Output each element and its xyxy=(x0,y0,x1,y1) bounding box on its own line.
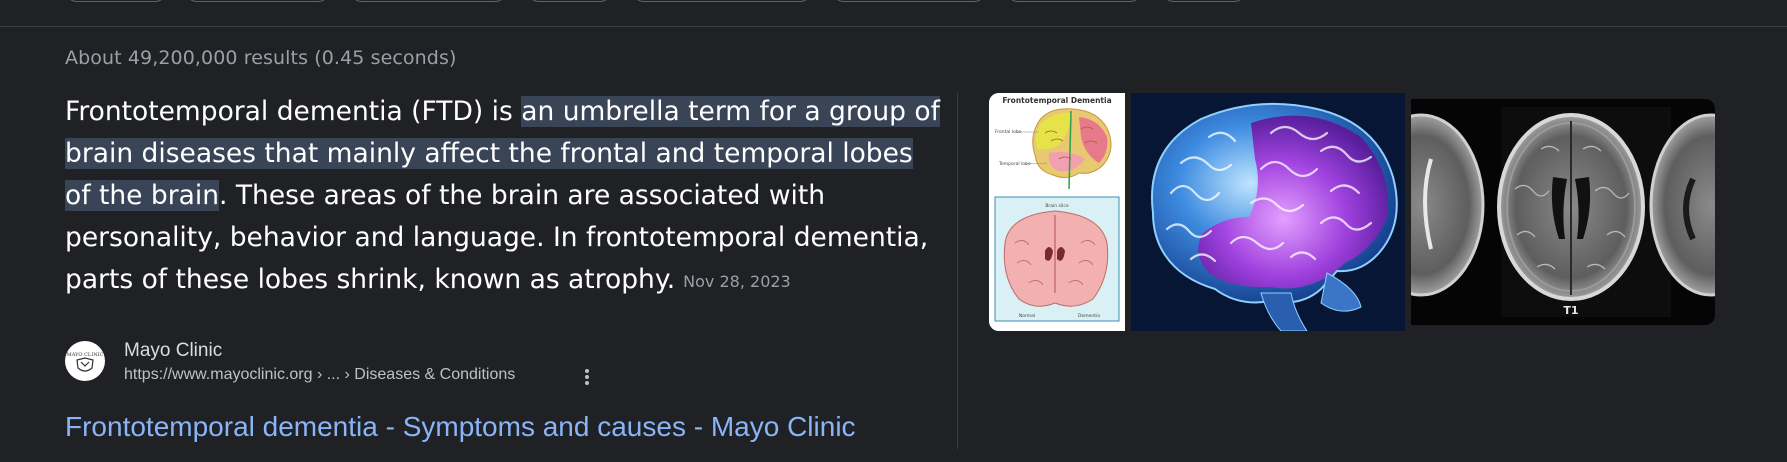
ftd-diagram-image[interactable]: Frontotemporal Dementia Frontal lobe Tem… xyxy=(989,93,1125,331)
filter-chip[interactable] xyxy=(1162,0,1246,2)
diagram-label-slice: Brain slice xyxy=(1045,203,1069,209)
more-vert-icon[interactable] xyxy=(579,366,595,388)
diagram-label-dementia: Dementia xyxy=(1078,313,1100,319)
result-title-link[interactable]: Frontotemporal dementia - Symptoms and c… xyxy=(65,411,856,443)
mri-label: T1 xyxy=(1563,304,1578,317)
column-divider xyxy=(957,93,958,449)
filter-chip[interactable] xyxy=(350,0,507,2)
filter-chip[interactable] xyxy=(632,0,812,2)
filter-chip[interactable] xyxy=(527,0,612,2)
brain-illustration-image[interactable] xyxy=(1131,93,1405,331)
mri-scan-image[interactable]: T1 xyxy=(1411,99,1715,325)
source-name[interactable]: Mayo Clinic xyxy=(124,340,222,362)
filter-chip[interactable] xyxy=(185,0,330,2)
result-stats: About 49,200,000 results (0.45 seconds) xyxy=(65,47,457,69)
filter-chip[interactable] xyxy=(65,0,167,2)
filter-chip[interactable] xyxy=(1006,0,1142,2)
favicon-label: MAYO CLINIC xyxy=(67,352,104,358)
source-url[interactable]: https://www.mayoclinic.org › ... › Disea… xyxy=(124,366,515,384)
filter-chips-row xyxy=(0,0,1787,27)
featured-snippet-text: Frontotemporal dementia (FTD) is an umbr… xyxy=(65,91,945,303)
image-carousel: Frontotemporal Dementia Frontal lobe Tem… xyxy=(989,93,1715,331)
snippet-date: Nov 28, 2023 xyxy=(683,272,791,291)
snippet-lead: Frontotemporal dementia (FTD) is xyxy=(65,96,522,127)
filter-chip[interactable] xyxy=(832,0,986,2)
diagram-title: Frontotemporal Dementia xyxy=(1002,96,1111,105)
mayo-clinic-favicon[interactable]: MAYO CLINIC xyxy=(65,341,105,381)
diagram-label-normal: Normal xyxy=(1019,313,1035,319)
